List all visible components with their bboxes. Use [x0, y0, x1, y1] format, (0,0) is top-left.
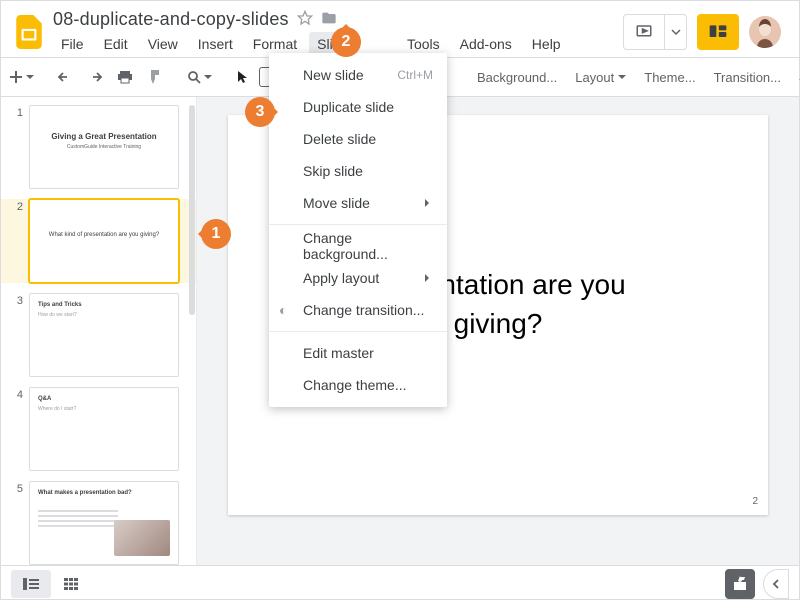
menu-label: Change theme...: [303, 377, 407, 393]
present-button[interactable]: [623, 14, 687, 50]
redo-button[interactable]: [81, 63, 109, 91]
filmstrip-scrollbar[interactable]: [189, 105, 195, 315]
slide-thumbnail-1[interactable]: Giving a Great Presentation CustomGuide …: [29, 105, 179, 189]
layout-option[interactable]: Layout: [567, 70, 634, 85]
slide-text-line2: giving?: [454, 308, 543, 339]
menu-addons[interactable]: Add-ons: [452, 32, 520, 56]
menu-label: Change background...: [303, 230, 433, 262]
move-to-folder-icon[interactable]: [321, 10, 337, 29]
slide-number: 3: [9, 293, 23, 377]
thumb-sub: How do we start?: [38, 312, 77, 318]
layout-label: Layout: [575, 70, 614, 85]
menu-shortcut: Ctrl+M: [397, 68, 433, 82]
transition-label: Transition...: [714, 70, 781, 85]
menu-change-transition[interactable]: ◐ Change transition...: [269, 294, 447, 326]
present-icon[interactable]: [624, 15, 664, 49]
menu-delete-slide[interactable]: Delete slide: [269, 123, 447, 155]
menu-help[interactable]: Help: [524, 32, 569, 56]
slide-number: 5: [9, 481, 23, 565]
collapse-toolbar-icon[interactable]: [791, 63, 800, 91]
explore-button[interactable]: [725, 569, 755, 599]
header-right: [623, 14, 789, 50]
transition-option[interactable]: Transition...: [706, 70, 789, 85]
grid-view-icon[interactable]: [51, 570, 91, 598]
thumb-image: [114, 520, 170, 556]
slide-dropdown-menu: New slide Ctrl+M Duplicate slide Delete …: [269, 53, 447, 407]
thumb-subtitle: CustomGuide Interactive Training: [30, 144, 178, 150]
submenu-caret-icon: [425, 199, 433, 207]
thumb-title: Tips and Tricks: [38, 302, 82, 308]
title-bar: 08-duplicate-and-copy-slides File Edit V…: [1, 1, 799, 57]
account-avatar[interactable]: [749, 16, 781, 48]
theme-option[interactable]: Theme...: [636, 70, 703, 85]
submenu-caret-icon: [425, 274, 433, 282]
document-title[interactable]: 08-duplicate-and-copy-slides: [53, 9, 289, 30]
callout-3: 3: [245, 97, 275, 127]
callout-2: 2: [331, 27, 361, 57]
present-dropdown-icon[interactable]: [664, 15, 686, 49]
thumb-title: Giving a Great Presentation: [30, 132, 178, 141]
menu-edit[interactable]: Edit: [96, 32, 136, 56]
menu-edit-master[interactable]: Edit master: [269, 337, 447, 369]
expand-panel-icon[interactable]: [763, 569, 789, 599]
menu-new-slide[interactable]: New slide Ctrl+M: [269, 59, 447, 91]
thumb-sub: Where do I start?: [38, 406, 76, 412]
menu-move-slide[interactable]: Move slide: [269, 187, 447, 219]
menu-skip-slide[interactable]: Skip slide: [269, 155, 447, 187]
menu-label: Edit master: [303, 345, 374, 361]
slide-page-number: 2: [752, 496, 758, 507]
menu-separator: [269, 224, 447, 225]
slide-thumbnail-4[interactable]: Q&A Where do I start?: [29, 387, 179, 471]
slide-number: 4: [9, 387, 23, 471]
new-slide-button[interactable]: [7, 63, 35, 91]
thumb-lines: [38, 510, 118, 530]
slide-thumbnail-5[interactable]: What makes a presentation bad?: [29, 481, 179, 565]
callout-label: 2: [342, 33, 351, 51]
background-option[interactable]: Background...: [469, 70, 565, 85]
slide-number: 1: [9, 105, 23, 189]
filmstrip-view-icon[interactable]: [11, 570, 51, 598]
menu-separator: [269, 331, 447, 332]
paint-format-button[interactable]: [141, 63, 169, 91]
print-button[interactable]: [111, 63, 139, 91]
menu-change-theme[interactable]: Change theme...: [269, 369, 447, 401]
share-button[interactable]: [697, 14, 739, 50]
zoom-button[interactable]: [185, 63, 213, 91]
callout-label: 1: [212, 225, 221, 243]
menu-view[interactable]: View: [140, 32, 186, 56]
menu-label: Skip slide: [303, 163, 363, 179]
star-icon[interactable]: [297, 10, 313, 29]
undo-button[interactable]: [51, 63, 79, 91]
filmstrip: 1 Giving a Great Presentation CustomGuid…: [1, 97, 197, 565]
menu-change-background[interactable]: Change background...: [269, 230, 447, 262]
thumb-text: What kind of presentation are you giving…: [30, 232, 178, 240]
slide-number: 2: [9, 199, 23, 283]
menu-file[interactable]: File: [53, 32, 92, 56]
menu-label: Duplicate slide: [303, 99, 394, 115]
menu-label: Delete slide: [303, 131, 376, 147]
menu-label: New slide: [303, 67, 364, 83]
thumb-title: What makes a presentation bad?: [38, 490, 132, 496]
thumb-title: Q&A: [38, 396, 51, 402]
slide-thumbnail-3[interactable]: Tips and Tricks How do we start?: [29, 293, 179, 377]
app-icon[interactable]: [11, 10, 47, 54]
bottom-bar: [1, 565, 799, 601]
theme-label: Theme...: [644, 70, 695, 85]
slide-thumbnail-2[interactable]: What kind of presentation are you giving…: [29, 199, 179, 283]
menu-label: Change transition...: [303, 302, 424, 318]
callout-label: 3: [256, 103, 265, 121]
menu-insert[interactable]: Insert: [190, 32, 241, 56]
transition-icon: ◐: [279, 302, 287, 318]
callout-1: 1: [201, 219, 231, 249]
menu-apply-layout[interactable]: Apply layout: [269, 262, 447, 294]
menu-label: Apply layout: [303, 270, 379, 286]
menu-duplicate-slide[interactable]: Duplicate slide: [269, 91, 447, 123]
select-tool-button[interactable]: [229, 63, 257, 91]
background-label: Background...: [477, 70, 557, 85]
menu-label: Move slide: [303, 195, 370, 211]
